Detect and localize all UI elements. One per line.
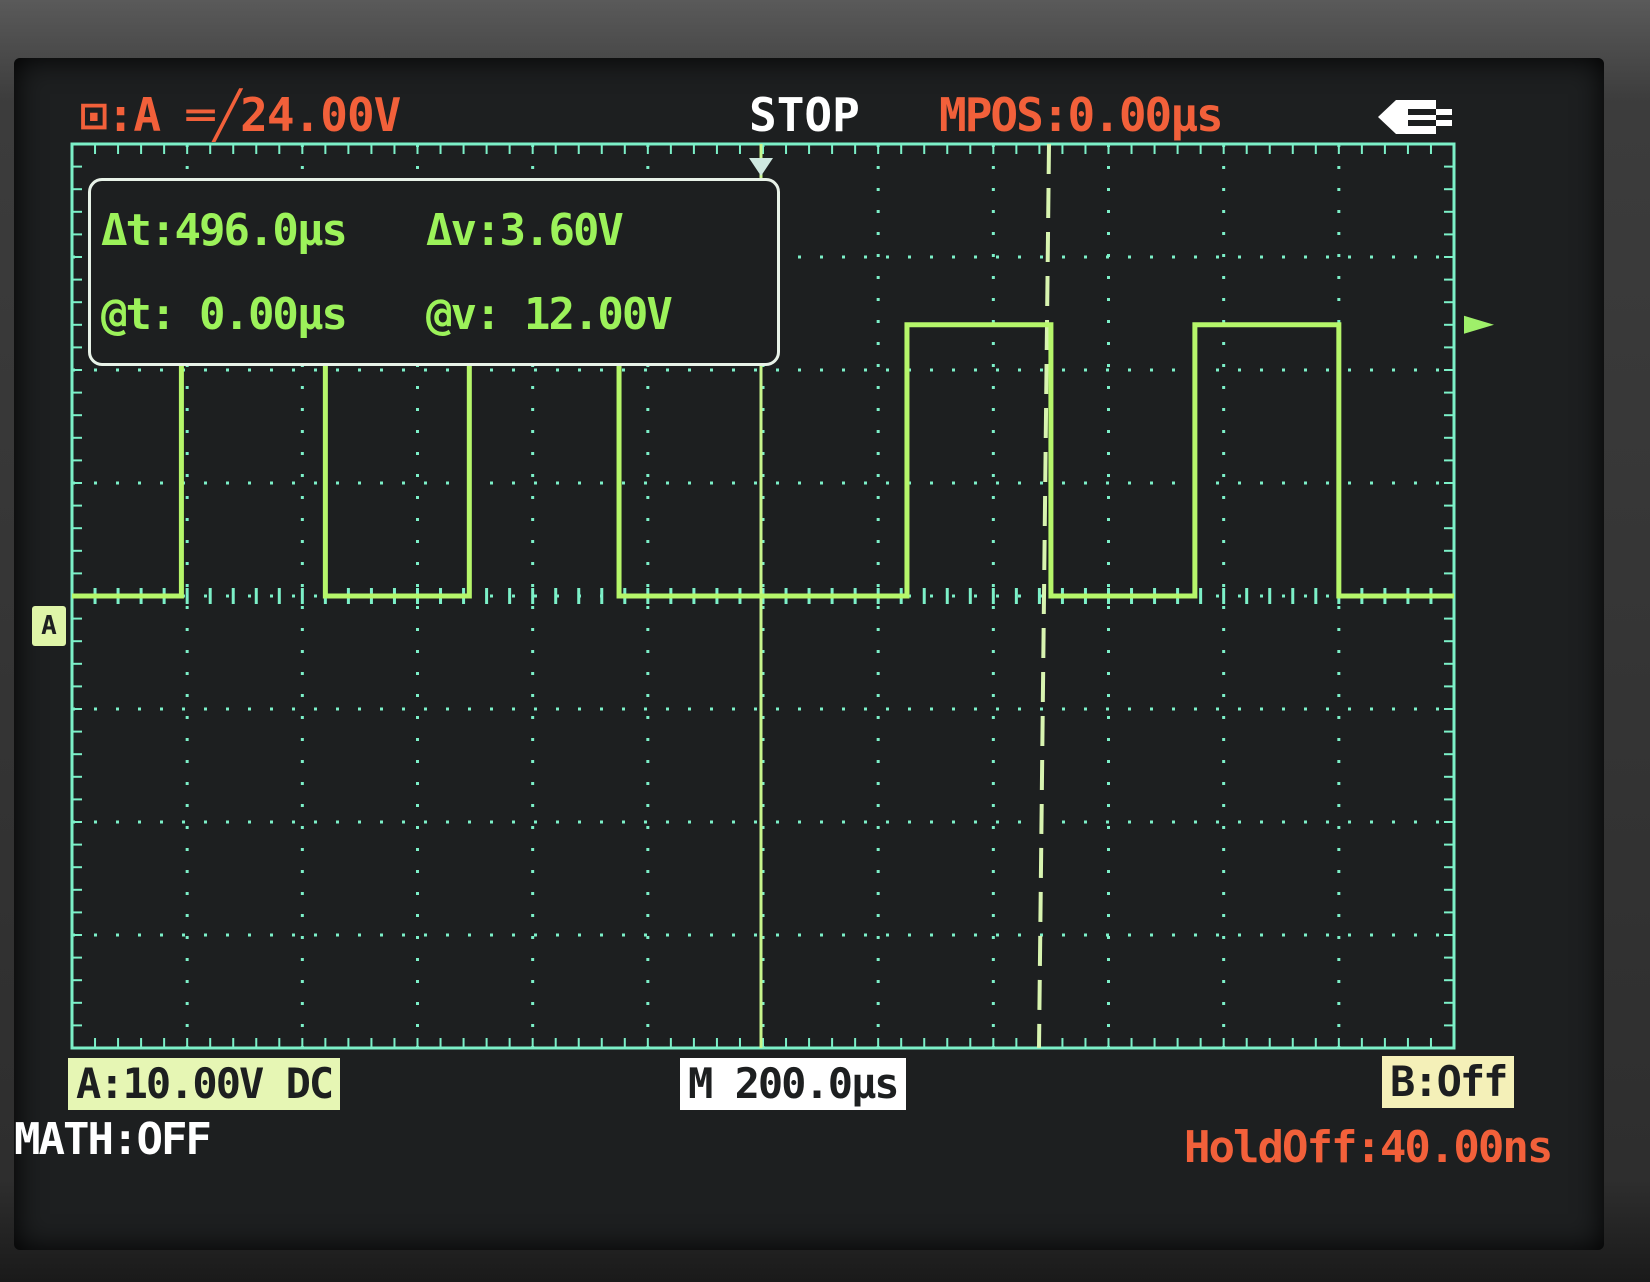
- channel-b-state: B:Off: [1382, 1056, 1515, 1108]
- oscilloscope-bezel: ⊡:A ═╱24.00V STOP MPOS:0.00µs Δt:496.0µs…: [0, 0, 1650, 1282]
- trigger-position-marker: [749, 158, 773, 176]
- math-state: MATH:OFF: [14, 1114, 212, 1165]
- delta-t-readout: Δt:496.0µs: [101, 205, 348, 256]
- channel-a-scale: A:10.00V DC: [68, 1058, 341, 1110]
- holdoff-readout: HoldOff:40.00ns: [1184, 1122, 1553, 1173]
- at-v-readout: @v: 12.00V: [426, 289, 673, 340]
- oscilloscope-screen: ⊡:A ═╱24.00V STOP MPOS:0.00µs Δt:496.0µs…: [14, 58, 1604, 1250]
- at-t-readout: @t: 0.00µs: [101, 289, 348, 340]
- channel-a-ground-marker[interactable]: A: [32, 606, 66, 646]
- delta-v-readout: Δv:3.60V: [426, 205, 624, 256]
- timebase-label: M 200.0µs: [680, 1058, 906, 1110]
- trigger-level-marker: [1464, 315, 1494, 334]
- cursor-readout-box: Δt:496.0µs Δv:3.60V @t: 0.00µs @v: 12.00…: [88, 178, 780, 366]
